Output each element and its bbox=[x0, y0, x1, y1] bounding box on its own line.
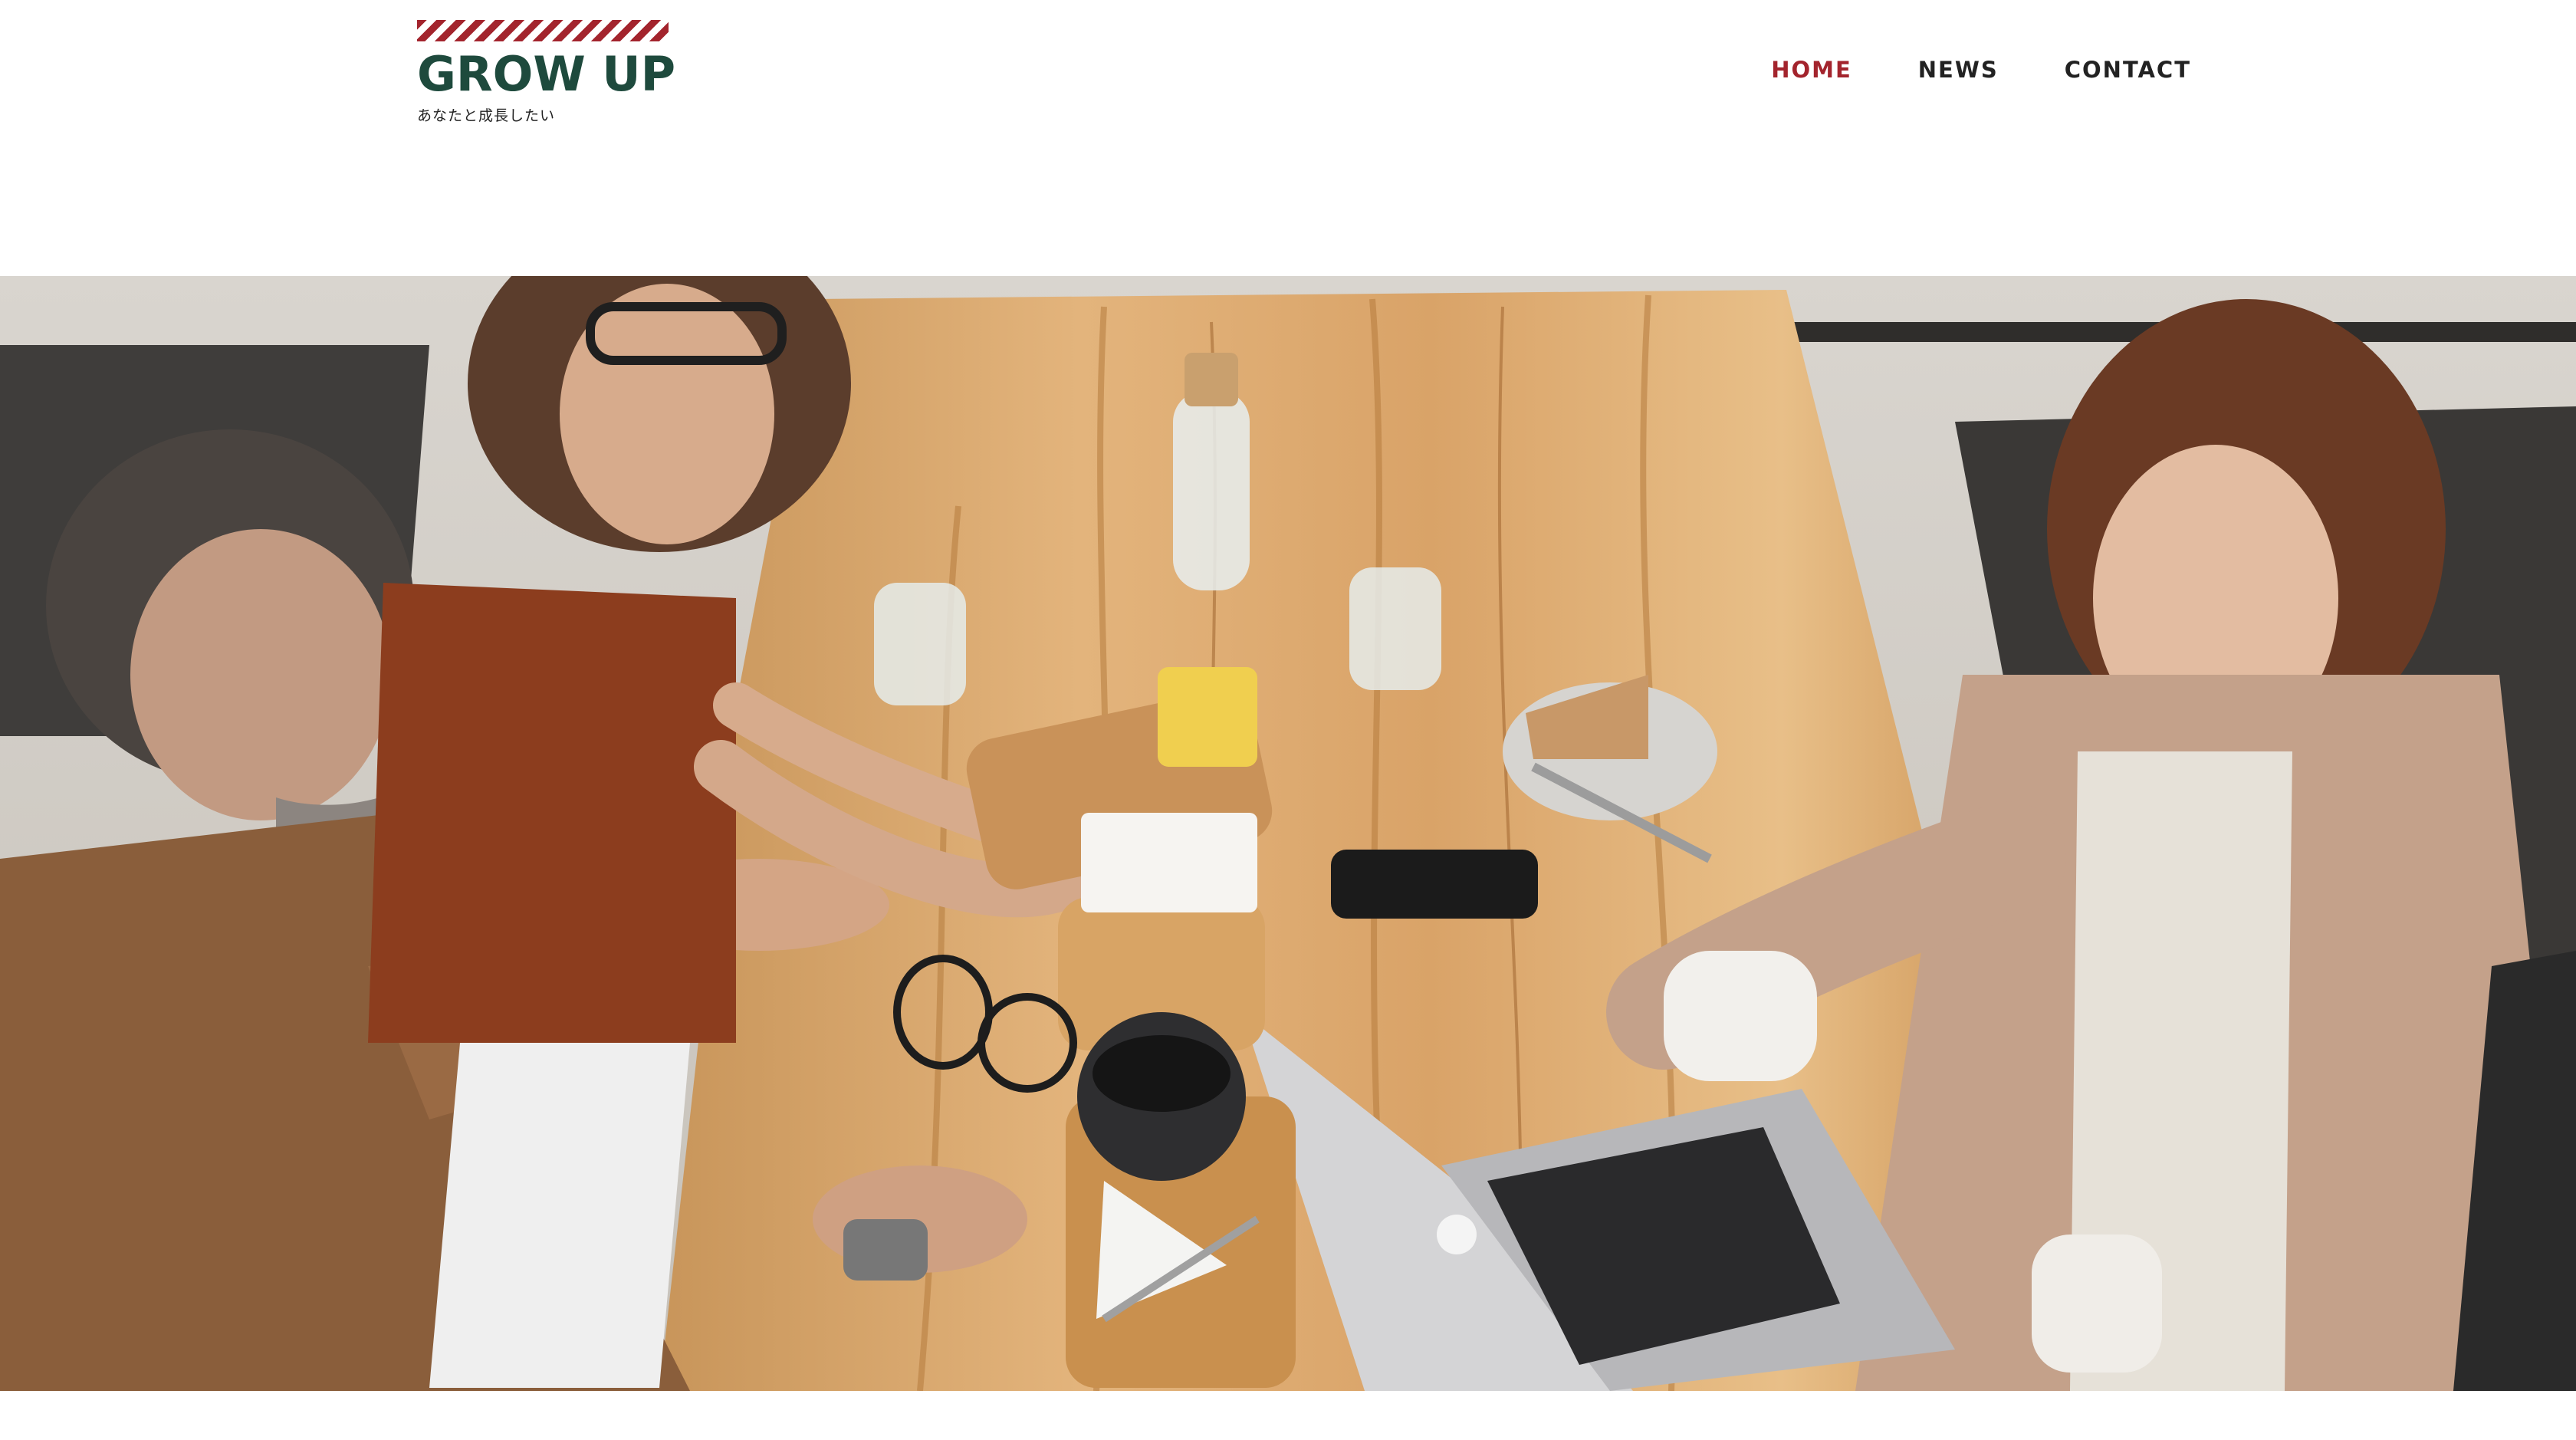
site-logo[interactable]: GROW UP あなたと成長したい bbox=[417, 20, 678, 123]
site-header: GROW UP あなたと成長したい HOME NEWS CONTACT bbox=[0, 0, 2576, 276]
hero-photo-illustration bbox=[0, 276, 2576, 1391]
nav-contact-link[interactable]: CONTACT bbox=[2065, 57, 2191, 83]
nav-news-link[interactable]: NEWS bbox=[1918, 57, 1999, 83]
logo-title: GROW UP bbox=[417, 46, 676, 102]
nav-home-link[interactable]: HOME bbox=[1771, 57, 1852, 83]
main-nav: HOME NEWS CONTACT bbox=[1771, 57, 2191, 83]
logo-tagline: あなたと成長したい bbox=[417, 107, 556, 124]
hero-image bbox=[0, 276, 2576, 1391]
logo-stripe-decoration bbox=[417, 20, 669, 41]
